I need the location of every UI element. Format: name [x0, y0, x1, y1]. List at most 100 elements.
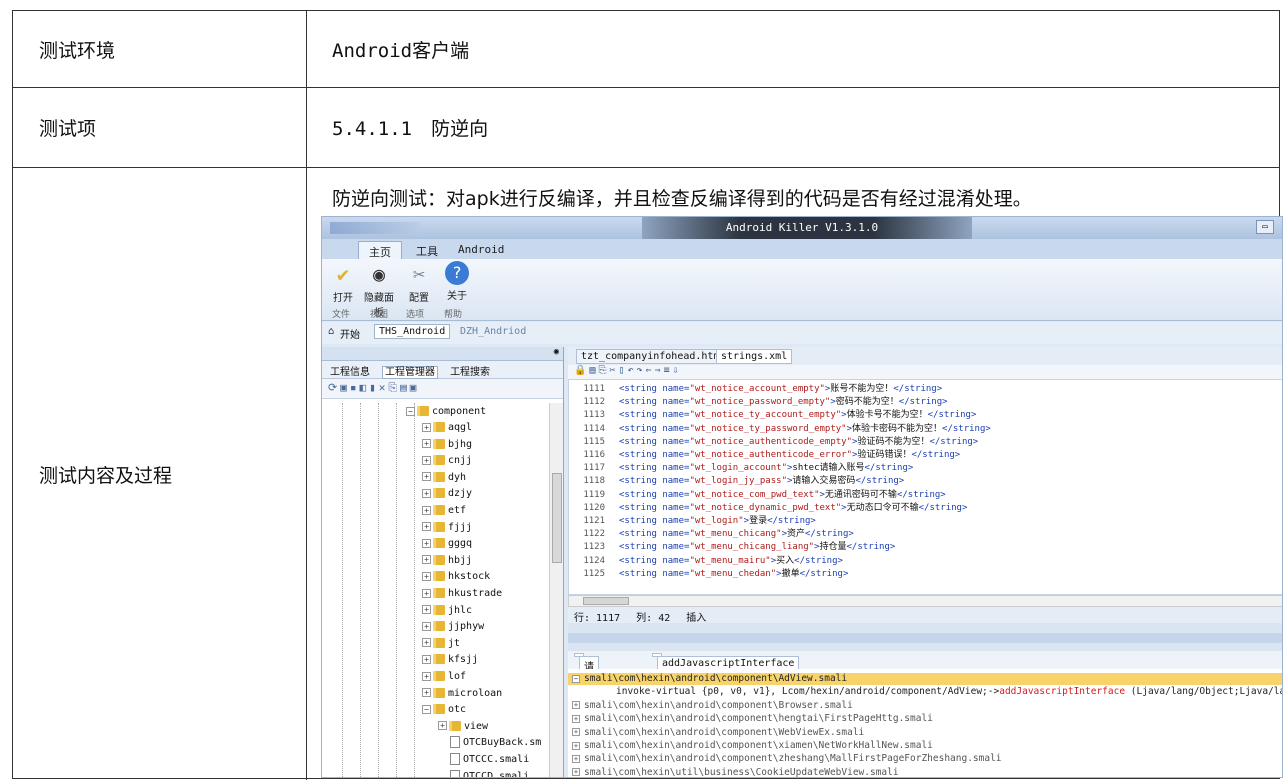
tree-node-label: aqgl — [448, 422, 473, 433]
code-line[interactable]: 1111 <string name="wt_notice_account_empt… — [569, 384, 942, 395]
expand-toggle-icon[interactable]: + — [422, 505, 431, 515]
expand-toggle-icon[interactable]: − — [422, 704, 431, 714]
window-titlebar: Android Killer V1.3.1.0 ▭ — [322, 217, 1282, 239]
expand-toggle-icon[interactable]: + — [422, 671, 431, 681]
tree-folder-jhlc[interactable]: + jhlc — [422, 603, 472, 618]
code-line[interactable]: 1120 <string name="wt_notice_dynamic_pwd_… — [569, 503, 967, 514]
open-button[interactable]: ✔ 打开 — [326, 261, 360, 304]
tree-folder-dyh[interactable]: + dyh — [422, 470, 466, 485]
expand-toggle-icon[interactable]: + — [422, 538, 431, 548]
expand-toggle-icon[interactable]: + — [422, 571, 431, 581]
tree-folder-microloan[interactable]: + microloan — [422, 686, 502, 701]
expand-toggle-icon[interactable]: + — [572, 714, 580, 723]
minimize-button[interactable]: ▭ — [1256, 220, 1274, 234]
expand-toggle-icon[interactable]: + — [422, 605, 431, 615]
tab-companyinfohead-html[interactable]: tzt_companyinfohead.html — [576, 349, 731, 364]
expand-toggle-icon[interactable]: + — [422, 472, 431, 482]
editor-toolbar[interactable]: 🔒▤⎘✂▯↶↷⇐⇒≡⇩ — [568, 365, 1282, 379]
tab-strings-xml[interactable]: strings.xml — [716, 349, 793, 364]
code-editor[interactable]: 1111 <string name="wt_notice_account_empt… — [568, 379, 1282, 595]
expand-toggle-icon[interactable]: + — [422, 555, 431, 565]
tree-folder-component[interactable]: − component — [406, 404, 486, 419]
tab-dzh-android[interactable]: DZH_Andriod — [460, 326, 526, 337]
expand-toggle-icon[interactable]: + — [572, 741, 580, 750]
tree-folder-cnjj[interactable]: + cnjj — [422, 453, 472, 468]
tab-start[interactable]: 开始 — [340, 326, 360, 341]
tree-folder-dzjy[interactable]: + dzjy — [422, 486, 472, 501]
editor-horizontal-scrollbar[interactable] — [568, 595, 1282, 607]
expand-toggle-icon[interactable]: + — [572, 728, 580, 737]
search-result-file[interactable]: − smali\com\hexin\android\component\AdVie… — [568, 673, 1282, 685]
search-result-match[interactable]: invoke-virtual {p0, v0, v1}, Lcom/hexin/… — [568, 686, 1282, 698]
tree-folder-aqgl[interactable]: + aqgl — [422, 420, 472, 435]
code-line[interactable]: 1125 <string name="wt_menu_chedan">撤单</st… — [569, 569, 848, 580]
code-line[interactable]: 1124 <string name="wt_menu_mairu">买入</str… — [569, 556, 843, 567]
tree-folder-fjjj[interactable]: + fjjj — [422, 520, 472, 535]
expand-toggle-icon[interactable]: − — [572, 674, 580, 683]
code-line[interactable]: 1123 <string name="wt_menu_chicang_liang"… — [569, 542, 895, 553]
search-result-file[interactable]: + smali\com\hexin\android\component\Brows… — [568, 700, 1282, 712]
tree-folder-bjhg[interactable]: + bjhg — [422, 437, 472, 452]
tree-file[interactable]: OTCCD.smali — [450, 769, 529, 777]
search-result-file[interactable]: + smali\com\hexin\util\business\CookieUpd… — [568, 767, 1282, 777]
expand-toggle-icon[interactable]: + — [572, 768, 580, 777]
code-line[interactable]: 1122 <string name="wt_menu_chicang">资产</s… — [569, 529, 853, 540]
folder-open-icon: ✔ — [336, 262, 350, 286]
tab-ths-android[interactable]: THS_Android — [374, 324, 451, 339]
tab-search-addjavascriptinterface[interactable]: ● addJavascriptInterface — [652, 653, 800, 671]
tree-file[interactable]: OTCCC.smali — [450, 752, 529, 767]
expand-toggle-icon[interactable]: + — [422, 621, 431, 631]
code-line[interactable]: 1117 <string name="wt_login_account">shte… — [569, 463, 913, 474]
code-line[interactable]: 1112 <string name="wt_notice_password_emp… — [569, 397, 947, 408]
tree-folder-gggq[interactable]: + gggq — [422, 536, 472, 551]
expand-toggle-icon[interactable]: + — [422, 522, 431, 532]
tree-folder-otc[interactable]: − otc — [422, 702, 466, 717]
about-button[interactable]: ? 关于 — [440, 261, 474, 302]
tree-scrollbar[interactable] — [549, 403, 563, 777]
tree-file[interactable]: OTCBuyBack.sm — [450, 735, 541, 750]
expand-toggle-icon[interactable]: + — [572, 754, 580, 763]
search-result-file[interactable]: + smali\com\hexin\android\component\WebVi… — [568, 727, 1282, 739]
code-line[interactable]: 1121 <string name="wt_login">登录</string> — [569, 516, 816, 527]
tree-toolbar[interactable]: ⟳▣▪◧▮✕⎘▤▣ — [322, 379, 563, 399]
expand-toggle-icon[interactable]: − — [406, 406, 415, 416]
tab-project-info[interactable]: 工程信息 — [328, 367, 372, 378]
expand-toggle-icon[interactable]: + — [422, 688, 431, 698]
tree-folder-view[interactable]: + view — [438, 719, 488, 734]
search-result-file[interactable]: + smali\com\hexin\android\component\hengt… — [568, 713, 1282, 725]
code-line[interactable]: 1119 <string name="wt_notice_com_pwd_text… — [569, 490, 945, 501]
tab-home[interactable]: 主页 — [358, 241, 402, 259]
config-button[interactable]: ✂ 配置 — [402, 261, 436, 304]
code-line[interactable]: 1116 <string name="wt_notice_authenticode… — [569, 450, 960, 461]
tree-folder-hbjj[interactable]: + hbjj — [422, 553, 472, 568]
search-result-file[interactable]: + smali\com\hexin\android\component\xiame… — [568, 740, 1282, 752]
tree-folder-hkstock[interactable]: + hkstock — [422, 569, 490, 584]
tree-folder-etf[interactable]: + etf — [422, 503, 466, 518]
panel-pin-icon[interactable]: ◉ — [322, 347, 563, 361]
expand-toggle-icon[interactable]: + — [422, 422, 431, 432]
tab-tools[interactable]: 工具 — [406, 241, 448, 259]
file-icon — [450, 736, 460, 749]
tab-project-manager[interactable]: 工程管理器 — [382, 366, 439, 379]
expand-toggle-icon[interactable]: + — [438, 721, 447, 731]
expand-toggle-icon[interactable]: + — [422, 588, 431, 598]
tree-folder-hkustrade[interactable]: + hkustrade — [422, 586, 502, 601]
tree-folder-jt[interactable]: + jt — [422, 636, 460, 651]
code-line[interactable]: 1115 <string name="wt_notice_authenticode… — [569, 437, 978, 448]
tree-folder-jjphyw[interactable]: + jjphyw — [422, 619, 484, 634]
search-result-file[interactable]: + smali\com\hexin\android\component\zhesh… — [568, 753, 1282, 765]
code-line[interactable]: 1113 <string name="wt_notice_ty_account_e… — [569, 410, 976, 421]
code-line[interactable]: 1118 <string name="wt_login_jy_pass">请输入交… — [569, 476, 904, 487]
expand-toggle-icon[interactable]: + — [422, 638, 431, 648]
tree-folder-lof[interactable]: + lof — [422, 669, 466, 684]
code-line[interactable]: 1114 <string name="wt_notice_ty_password_… — [569, 424, 991, 435]
tab-search-account[interactable]: ● 请输入账号 — [574, 653, 599, 735]
expand-toggle-icon[interactable]: + — [422, 455, 431, 465]
expand-toggle-icon[interactable]: + — [422, 654, 431, 664]
expand-toggle-icon[interactable]: + — [422, 439, 431, 449]
expand-toggle-icon[interactable]: + — [572, 701, 580, 710]
tree-folder-kfsjj[interactable]: + kfsjj — [422, 652, 478, 667]
expand-toggle-icon[interactable]: + — [422, 488, 431, 498]
tab-android[interactable]: Android — [448, 241, 514, 259]
tab-project-search[interactable]: 工程搜索 — [448, 367, 492, 378]
